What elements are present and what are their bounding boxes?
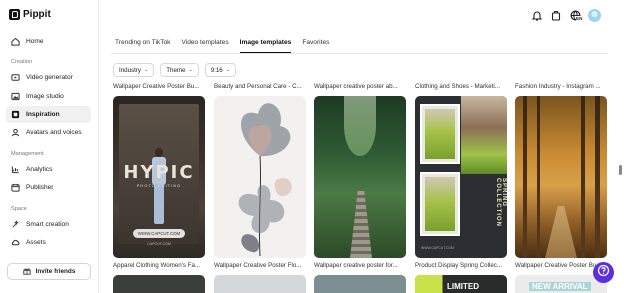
sidebar-item-label: Smart creation <box>26 221 69 228</box>
forest-path-graphic <box>545 206 577 258</box>
card-caption[interactable]: Wallpaper Creative Poster Flo... <box>214 262 308 269</box>
template-card-flowers[interactable] <box>214 96 306 258</box>
user-avatar[interactable] <box>588 9 601 22</box>
card-caption[interactable]: Product Display Spring Collec... <box>415 262 509 269</box>
inspiration-icon <box>11 110 20 119</box>
sidebar-item-label: Home <box>26 38 44 45</box>
template-card-autumn[interactable] <box>515 96 607 258</box>
sidebar-item-avatars-voices[interactable]: Avatars and voices <box>6 124 91 141</box>
sidebar-item-label: Assets <box>26 239 46 246</box>
sidebar-item-label: Inspiration <box>26 111 60 118</box>
question-icon <box>597 264 610 282</box>
chevron-down-icon: ⌄ <box>144 67 149 73</box>
cloud-icon <box>11 238 20 247</box>
product-photo-large <box>461 96 507 174</box>
bell-icon[interactable] <box>531 10 542 21</box>
card-background <box>344 96 376 156</box>
gift-icon <box>22 267 31 277</box>
card-title[interactable]: Wallpaper creative poster ab... <box>314 83 408 90</box>
template-tabs: Trending on TikTok Video templates Image… <box>115 39 340 54</box>
chevron-down-icon: ⌄ <box>188 67 193 73</box>
flower-illustration <box>238 103 292 257</box>
pippit-logo-icon <box>9 9 20 20</box>
language-badge: EN <box>576 16 583 21</box>
template-card-forest[interactable] <box>314 96 406 258</box>
card-overlay-title: HYPIC <box>123 162 195 183</box>
card-title[interactable]: Wallpaper Creative Poster Bu... <box>113 83 207 90</box>
section-label-management: Management <box>11 151 44 157</box>
pippit-logo[interactable]: Pippit <box>9 9 51 20</box>
card-title[interactable]: Beauty and Personal Care - C... <box>214 83 308 90</box>
filter-bar: Industry ⌄ Theme ⌄ 9:16 ⌄ <box>113 63 236 77</box>
filter-label: 9:16 <box>210 66 223 74</box>
smart-creation-icon <box>11 220 20 229</box>
sidebar: Pippit Home Creation Video generator Ima… <box>0 0 99 293</box>
video-icon <box>11 73 20 82</box>
home-icon <box>11 37 20 46</box>
sidebar-item-label: Publisher <box>26 184 54 191</box>
sidebar-item-publisher[interactable]: Publisher <box>6 179 91 196</box>
sidebar-item-analytics[interactable]: Analytics <box>6 161 91 178</box>
section-label-space: Space <box>11 206 27 212</box>
template-card-hypic[interactable]: HYPIC PHOTO EDITING WWW.CAPCUT.COM CAPCU… <box>113 96 205 258</box>
industry-filter-dropdown[interactable]: Industry ⌄ <box>113 63 155 77</box>
invite-friends-label: Invite friends <box>35 268 76 275</box>
card-title[interactable]: Fashion Industry - Instagram ... <box>515 83 609 90</box>
help-button[interactable] <box>593 262 614 283</box>
section-label-creation: Creation <box>11 59 33 65</box>
card-overlay-subtitle: PHOTO EDITING <box>136 183 182 188</box>
logo-text: Pippit <box>23 9 51 20</box>
product-photo <box>420 172 460 236</box>
card-overlay-website: WWW.CAPCUT.COM <box>133 229 185 238</box>
avatar-icon <box>11 128 20 137</box>
card-overlay-title: NEW ARRIVAL <box>529 282 591 291</box>
filter-label: Industry <box>119 66 142 74</box>
template-card-new-arrival[interactable]: NEW ARRIVAL <box>515 275 607 293</box>
product-photo <box>420 104 460 164</box>
theme-filter-dropdown[interactable]: Theme ⌄ <box>160 63 199 77</box>
tab-divider <box>111 53 608 54</box>
template-card-limited[interactable]: LIMITED <box>415 275 507 293</box>
sidebar-item-home[interactable]: Home <box>6 33 91 50</box>
template-card-next[interactable] <box>314 275 406 293</box>
model-figure <box>151 148 167 230</box>
card-overlay-vertical-text: SPRING COLLECTION <box>495 178 507 227</box>
sidebar-item-image-studio[interactable]: Image studio <box>6 88 91 105</box>
aspect-ratio-filter-dropdown[interactable]: 9:16 ⌄ <box>204 63 236 77</box>
card-overlay-title: LIMITED <box>447 282 479 291</box>
sidebar-item-assets[interactable]: Assets <box>6 234 91 251</box>
sidebar-item-inspiration[interactable]: Inspiration <box>6 106 91 123</box>
page-scrollbar[interactable] <box>619 165 622 175</box>
sidebar-item-label: Analytics <box>26 166 53 173</box>
card-caption[interactable]: Apparel Clothing Women's Fa... <box>113 262 207 269</box>
template-card-spring-collection[interactable]: SPRING COLLECTION WWW.CAPCUT.COM <box>415 96 507 258</box>
sidebar-item-label: Avatars and voices <box>26 129 82 136</box>
language-globe-icon[interactable]: EN <box>568 10 583 21</box>
calendar-icon <box>11 183 20 192</box>
template-card-next[interactable] <box>113 275 205 293</box>
card-overlay-website: WWW.CAPCUT.COM <box>421 246 454 250</box>
stairs-graphic <box>350 191 372 258</box>
card-title[interactable]: Clothing and Shoes - Marketi... <box>415 83 509 90</box>
invite-friends-button[interactable]: Invite friends <box>7 263 91 280</box>
sidebar-item-label: Video generator <box>26 74 73 81</box>
filter-label: Theme <box>166 66 186 74</box>
sidebar-item-smart-creation[interactable]: Smart creation <box>6 216 91 233</box>
chevron-down-icon: ⌄ <box>225 67 230 73</box>
card-overlay-tag: CAPCUT.COM <box>147 242 171 246</box>
box-icon[interactable] <box>550 10 561 21</box>
tab-image-templates[interactable]: Image templates <box>239 39 291 54</box>
card-caption[interactable]: Wallpaper creative poster for... <box>314 262 408 269</box>
tab-favorites[interactable]: Favorites <box>302 39 329 53</box>
tab-trending-tiktok[interactable]: Trending on TikTok <box>115 39 170 53</box>
sidebar-item-video-generator[interactable]: Video generator <box>6 69 91 86</box>
analytics-icon <box>11 165 20 174</box>
image-icon <box>11 92 20 101</box>
tab-video-templates[interactable]: Video templates <box>181 39 228 53</box>
template-card-next[interactable] <box>214 275 306 293</box>
sidebar-item-label: Image studio <box>26 93 64 100</box>
